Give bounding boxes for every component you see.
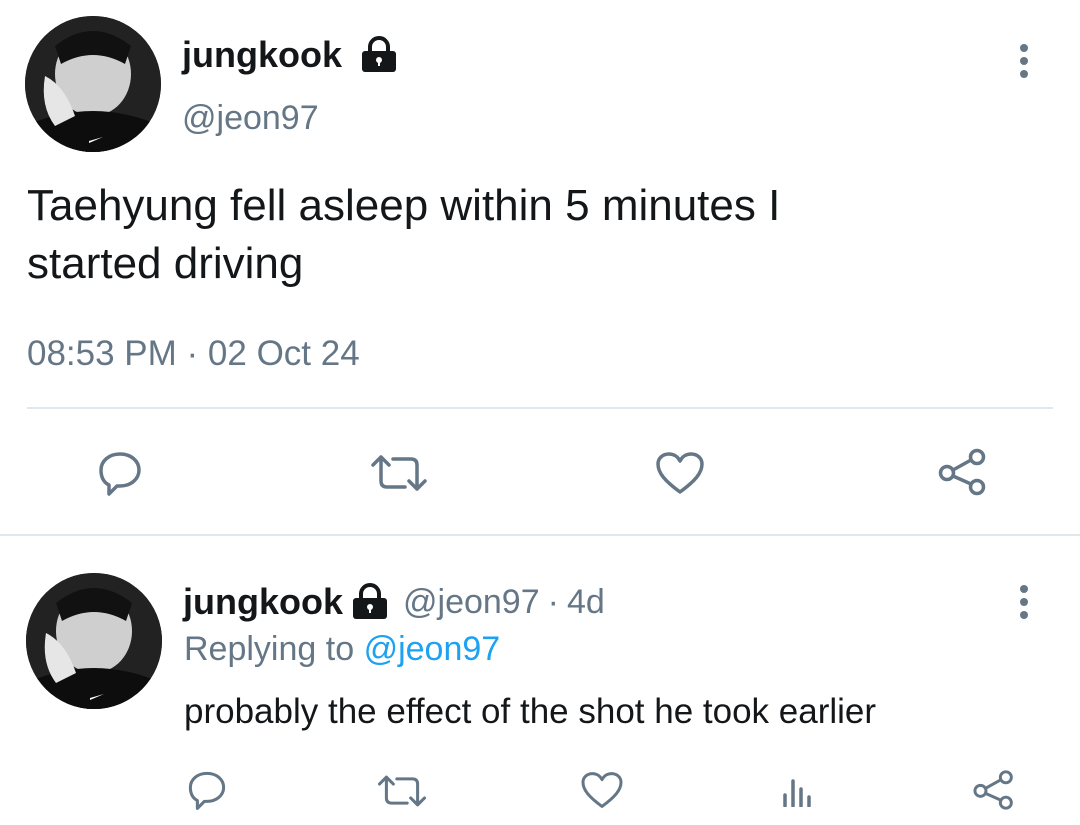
reply-author-handle[interactable]: @jeon97 <box>403 583 540 622</box>
reply-author-name[interactable]: jungkook <box>183 581 343 623</box>
more-options-icon[interactable] <box>1018 585 1030 619</box>
avatar[interactable] <box>26 573 162 709</box>
retweet-icon[interactable] <box>369 453 429 493</box>
like-icon[interactable] <box>655 451 705 495</box>
separator: · <box>547 582 559 621</box>
share-icon[interactable] <box>937 448 989 496</box>
reply-age: 4d <box>566 582 605 621</box>
tweet-timestamp: 08:53 PM · 02 Oct 24 <box>27 334 360 373</box>
lock-icon <box>358 36 400 74</box>
reply-header: jungkook @jeon97 · 4d <box>183 580 605 624</box>
avatar[interactable] <box>25 16 161 152</box>
lock-icon <box>349 583 391 621</box>
divider <box>27 407 1053 409</box>
replying-to: Replying to @jeon97 <box>184 628 500 670</box>
share-icon[interactable] <box>972 769 1016 811</box>
author-handle[interactable]: @jeon97 <box>182 98 319 138</box>
analytics-icon[interactable] <box>780 773 816 807</box>
tweet-text-line-1: Taehyung fell asleep within 5 minutes I <box>27 181 781 230</box>
reply-icon[interactable] <box>96 449 144 497</box>
replying-to-label: Replying to <box>184 630 355 668</box>
author-name[interactable]: jungkook <box>182 33 342 77</box>
reply-text: probably the effect of the shot he took … <box>184 692 877 731</box>
tweet-text-line-2: started driving <box>27 239 304 288</box>
reply-icon[interactable] <box>186 769 228 811</box>
more-options-icon[interactable] <box>1018 44 1030 78</box>
like-icon[interactable] <box>580 771 624 809</box>
replying-to-handle[interactable]: @jeon97 <box>364 630 501 668</box>
divider <box>0 534 1080 536</box>
retweet-icon[interactable] <box>376 773 428 809</box>
